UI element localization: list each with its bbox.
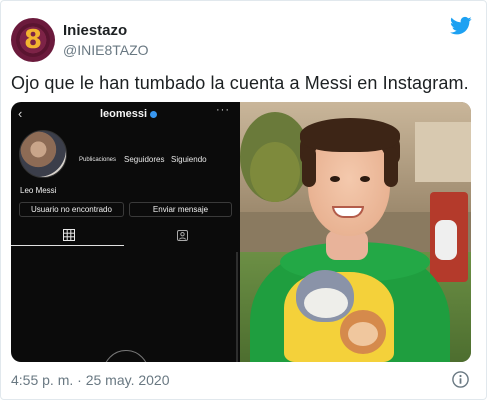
child-hair [302,147,316,187]
ig-posts-label: Publicaciones [79,157,117,163]
back-icon: ‹ [18,106,23,121]
ig-scrollbar [236,252,238,362]
tweet-card: 8 Iniestazo @INIE8TAZO Ojo que le han tu… [0,0,487,400]
verified-badge-icon [150,110,158,118]
tagged-icon [177,230,188,241]
photo-tree [250,142,300,202]
grid-icon [63,229,75,241]
child-eye [330,176,340,182]
ig-followers-label: Seguidores [124,155,165,164]
display-name[interactable]: Iniestazo [63,22,127,39]
user-not-found-button: Usuario no encontrado [19,202,124,217]
child-photo[interactable] [240,102,471,362]
send-message-button: Enviar mensaje [129,202,232,217]
ig-username-row: leomessi [100,108,158,120]
tweet-timestamp[interactable]: 4:55 p. m. · 25 may. 2020 [11,372,170,388]
more-options-icon: ··· [216,104,230,116]
jerry-mouse-face [348,322,378,346]
avatar-letter: 8 [23,25,43,55]
avatar[interactable]: 8 [11,18,55,62]
ig-username: leomessi [100,108,148,120]
ig-following-label: Siguiendo [171,155,207,164]
tweet-text: Ojo que le han tumbado la cuenta a Messi… [11,73,469,93]
user-handle[interactable]: @INIE8TAZO [63,42,149,58]
ig-bottom-circle [103,350,149,362]
active-tab-indicator [11,245,124,246]
photo-house [415,122,471,182]
ig-profile-name: Leo Messi [20,186,57,195]
info-icon[interactable] [452,371,469,388]
tom-cat-face [304,288,348,318]
avatar-ring: 8 [16,23,50,57]
instagram-screenshot[interactable]: ‹ leomessi ··· Publicaciones Seguidores … [11,102,240,362]
twitter-bird-icon[interactable] [450,16,472,36]
child-hair [300,118,400,152]
tweet-media[interactable]: ‹ leomessi ··· Publicaciones Seguidores … [11,102,471,362]
ig-profile-picture [19,130,67,178]
child-hair [384,147,398,187]
photo-background-person [435,220,457,260]
child-eye [360,176,370,182]
